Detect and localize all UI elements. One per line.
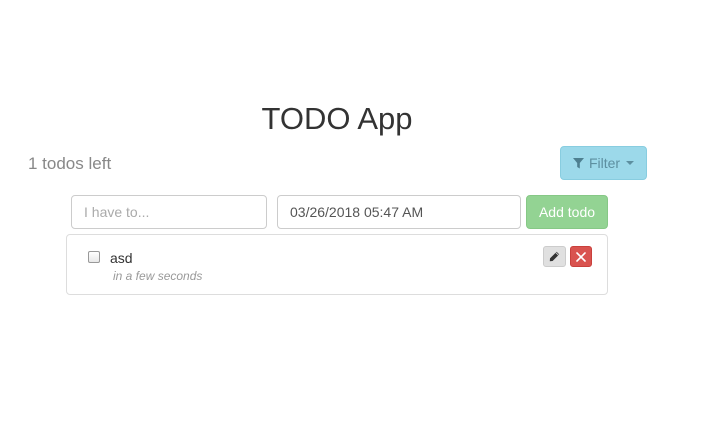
todo-item: asd in a few seconds: [67, 235, 607, 294]
todo-list: asd in a few seconds: [66, 234, 608, 295]
todo-text-input[interactable]: [71, 195, 267, 229]
todo-complete-checkbox[interactable]: [88, 251, 100, 263]
funnel-icon: [572, 157, 584, 169]
filter-dropdown-button[interactable]: Filter: [560, 146, 647, 180]
close-icon: [576, 251, 586, 262]
add-todo-button[interactable]: Add todo: [526, 195, 608, 229]
filter-label: Filter: [588, 155, 621, 171]
due-date-input[interactable]: [277, 195, 521, 229]
caret-down-icon: [626, 161, 635, 165]
edit-todo-button[interactable]: [543, 246, 566, 267]
todos-left-count: 1 todos left: [28, 154, 112, 173]
todo-text: asd: [110, 250, 133, 266]
todo-relative-time: in a few seconds: [113, 269, 203, 283]
todo-app-page: TODO App 1 todos left Filter Add todo as…: [0, 0, 723, 422]
page-title: TODO App: [261, 101, 413, 136]
pencil-icon: [549, 251, 560, 262]
delete-todo-button[interactable]: [570, 246, 592, 267]
